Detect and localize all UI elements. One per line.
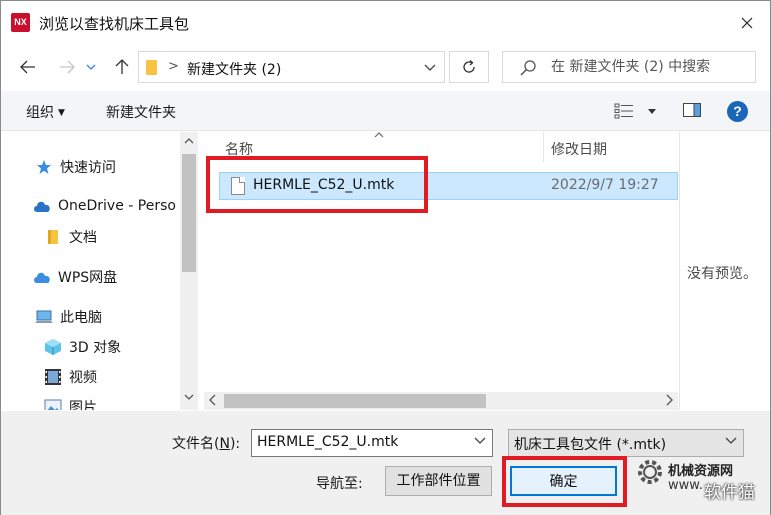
sidebar-item-documents[interactable]: 文档 (43, 227, 97, 247)
folder-icon (146, 60, 157, 75)
column-header-date[interactable]: 修改日期 (551, 139, 607, 159)
filename-label: 文件名(N): (172, 433, 240, 453)
refresh-icon (463, 60, 475, 73)
chevron-down-icon (725, 437, 737, 444)
close-icon (741, 17, 753, 29)
filetype-select[interactable]: 机床工具包文件 (*.mtk) (508, 429, 744, 457)
nx-app-icon: NX (11, 13, 30, 32)
cloud-icon (32, 197, 52, 215)
film-icon (43, 368, 63, 386)
filename-value[interactable]: HERMLE_C52_U.mtk (257, 434, 398, 450)
sidebar-item-this-pc[interactable]: 此电脑 (34, 307, 102, 327)
chevron-down-icon[interactable] (474, 437, 486, 445)
sidebar-item-wps-drive[interactable]: WPS网盘 (32, 267, 117, 287)
navigation-pane: 快速访问 OneDrive - Perso 文档 WPS网盘 此电脑 3D 对象… (1, 132, 180, 410)
work-part-location-button[interactable]: 工作部件位置 (385, 466, 492, 496)
navigate-to-label: 导航至: (316, 476, 363, 492)
computer-icon (34, 308, 54, 326)
filename-field[interactable]: HERMLE_C52_U.mtk (251, 429, 493, 457)
search-icon (520, 60, 536, 76)
window-title: 浏览以查找机床工具包 (39, 15, 190, 33)
sidebar-item-onedrive[interactable]: OneDrive - Perso (32, 197, 176, 215)
help-button[interactable]: ? (727, 101, 748, 122)
no-preview-text: 没有预览。 (687, 266, 757, 282)
sidebar-item-label: 3D 对象 (69, 340, 122, 356)
breadcrumb-current-folder[interactable]: 新建文件夹 (2) (187, 59, 281, 79)
organize-menu-button[interactable]: 组织 ▼ (26, 102, 65, 122)
gear-icon (638, 460, 662, 484)
sidebar-item-videos[interactable]: 视频 (43, 367, 97, 387)
navigation-pane-scrollbar[interactable] (180, 132, 198, 410)
scroll-left-icon[interactable] (209, 393, 216, 407)
scrollbar-thumb[interactable] (182, 154, 196, 272)
scroll-up-icon[interactable] (184, 138, 194, 144)
preview-pane-button[interactable] (683, 103, 701, 121)
watermark-title: 机械资源网 (668, 464, 734, 479)
navigation-bar: > 新建文件夹 (2) (1, 45, 770, 89)
arrow-up-icon (115, 59, 129, 74)
chevron-down-icon (424, 64, 436, 71)
caret-down-icon: ▼ (58, 108, 65, 118)
picture-icon (43, 398, 63, 410)
filename-label-prefix: 文件名( (172, 436, 220, 452)
sidebar-item-pictures[interactable]: 图片 (43, 397, 97, 410)
preview-pane: 没有预览。 (679, 132, 770, 410)
organize-label: 组织 (26, 105, 54, 121)
star-icon (34, 158, 54, 176)
sidebar-item-label: 文档 (69, 230, 97, 246)
file-date: 2022/9/7 19:27 (551, 177, 659, 193)
breadcrumb-separator-icon[interactable]: > (168, 59, 179, 74)
folder-icon (43, 228, 63, 246)
watermark: 机械资源网 www. 软件猫 (634, 454, 770, 514)
sidebar-item-label: WPS网盘 (58, 270, 118, 286)
close-button[interactable] (724, 1, 770, 45)
sidebar-item-label: 快速访问 (60, 160, 116, 176)
refresh-button[interactable] (449, 51, 489, 83)
change-view-button[interactable] (614, 103, 656, 119)
cube-icon (43, 338, 63, 356)
watermark-brand: 软件猫 (704, 483, 755, 503)
cloud-icon (32, 268, 52, 286)
annotation-highlight-file (206, 156, 428, 213)
sidebar-item-quick-access[interactable]: 快速访问 (34, 157, 116, 177)
forward-button[interactable] (55, 56, 79, 78)
filename-label-accesskey: N (219, 436, 230, 452)
column-divider[interactable] (543, 132, 544, 162)
sidebar-item-label: OneDrive - Perso (58, 198, 176, 214)
scroll-right-icon[interactable] (666, 393, 673, 407)
arrow-left-icon (20, 60, 35, 74)
sort-ascending-icon (374, 130, 384, 141)
new-folder-button[interactable]: 新建文件夹 (106, 102, 176, 122)
sidebar-item-label: 图片 (69, 400, 97, 410)
sidebar-item-label: 此电脑 (60, 310, 102, 326)
annotation-highlight-ok (502, 456, 627, 507)
scrollbar-thumb[interactable] (224, 394, 486, 408)
preview-pane-icon (683, 103, 701, 117)
search-box[interactable] (502, 51, 756, 83)
scroll-down-icon[interactable] (184, 394, 194, 400)
chevron-down-icon (86, 64, 96, 70)
recent-locations-button[interactable] (84, 56, 98, 78)
filename-label-suffix: ): (229, 436, 241, 452)
arrow-right-icon (60, 60, 75, 74)
title-bar: NX 浏览以查找机床工具包 (1, 1, 770, 45)
watermark-url: www. (668, 478, 703, 493)
caret-down-icon (648, 108, 656, 114)
up-button[interactable] (110, 56, 134, 78)
back-button[interactable] (16, 56, 40, 78)
file-dialog-window: NX 浏览以查找机床工具包 > 新建文件夹 (2) 在 新建文件夹 (2) 中搜… (0, 0, 771, 515)
address-bar[interactable]: > 新建文件夹 (2) (138, 51, 445, 83)
command-toolbar: 组织 ▼ 新建文件夹 ? (1, 91, 770, 131)
details-view-icon (614, 103, 633, 119)
address-dropdown-button[interactable] (424, 60, 436, 76)
search-input[interactable] (551, 56, 751, 78)
sidebar-item-label: 视频 (69, 370, 97, 386)
filetype-value: 机床工具包文件 (*.mtk) (514, 437, 667, 453)
horizontal-scrollbar[interactable] (204, 392, 678, 410)
sidebar-item-3d-objects[interactable]: 3D 对象 (43, 337, 121, 357)
